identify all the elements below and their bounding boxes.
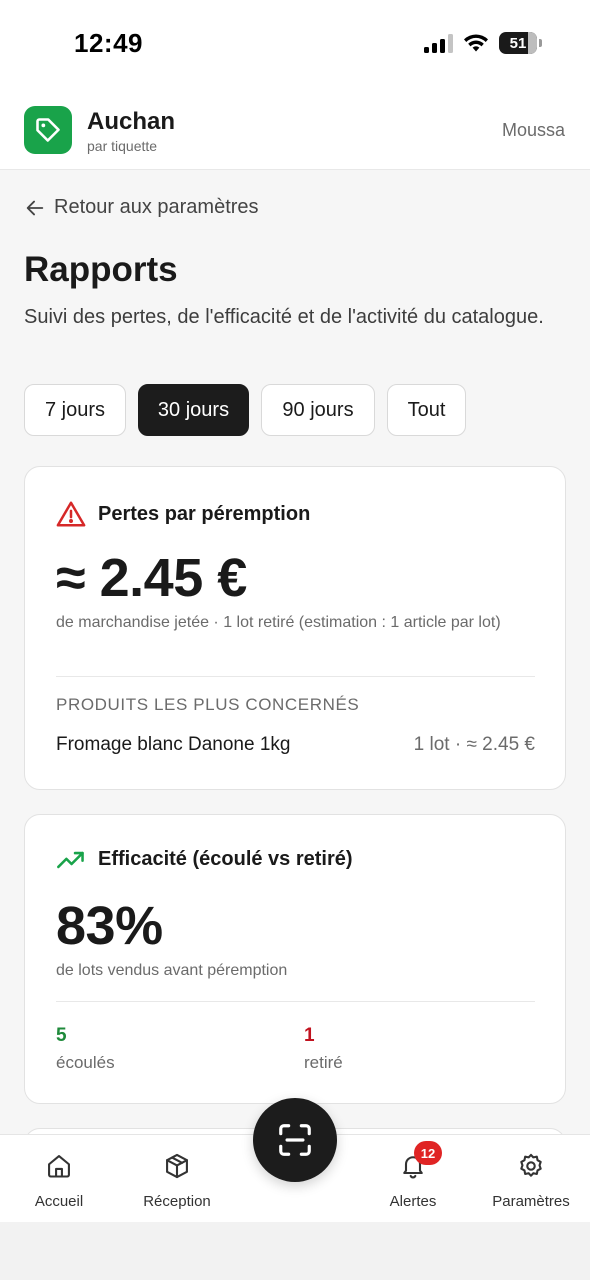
alerts-badge: 12: [414, 1141, 442, 1165]
trending-up-icon: [57, 851, 84, 868]
period-tab-all[interactable]: Tout: [387, 384, 466, 436]
battery-icon: 51: [499, 32, 537, 54]
store-subtitle: par tiquette: [87, 138, 158, 154]
status-bar: 12:49 51: [0, 0, 590, 90]
efficiency-divider: [56, 1001, 535, 1002]
period-tab-30-days[interactable]: 30 jours: [138, 384, 249, 436]
losses-card: Pertes par péremption ≈ 2.45 € de marcha…: [24, 466, 566, 790]
store-name: Auchan: [87, 108, 176, 135]
status-icons: 51: [424, 32, 542, 54]
losses-value: ≈ 2.45 €: [56, 548, 247, 608]
nav-label-home: Accueil: [34, 1193, 84, 1210]
product-loss-meta: 1 lot · ≈ 2.45 €: [413, 734, 535, 755]
period-tab-7-days[interactable]: 7 jours: [24, 384, 126, 436]
sold-label: écoulés: [56, 1053, 115, 1072]
wifi-icon: [464, 34, 488, 52]
app-logo: [24, 106, 72, 154]
nav-label-settings: Paramètres: [492, 1193, 570, 1210]
removed-label: retiré: [304, 1053, 343, 1072]
losses-description: de marchandise jetée · 1 lot retiré (est…: [56, 614, 501, 631]
efficiency-card-title: Efficacité (écoulé vs retiré): [98, 848, 353, 870]
box-icon: [166, 1153, 188, 1179]
nav-item-alerts[interactable]: 12 Alertes: [358, 1141, 468, 1210]
home-icon: [48, 1155, 70, 1178]
scan-button[interactable]: [253, 1098, 337, 1182]
sold-count: 5: [56, 1025, 67, 1046]
warning-triangle-icon: [56, 501, 86, 527]
efficiency-description: de lots vendus avant péremption: [56, 962, 288, 979]
nav-label-alerts: Alertes: [389, 1193, 437, 1210]
removed-count: 1: [304, 1025, 315, 1046]
cellular-signal-icon: [424, 33, 453, 53]
top-products-caption: PRODUITS LES PLUS CONCERNÉS: [56, 695, 360, 714]
scan-icon: [279, 1124, 311, 1156]
user-name[interactable]: Moussa: [502, 120, 565, 141]
page-title: Rapports: [24, 250, 178, 289]
product-name: Fromage blanc Danone 1kg: [56, 734, 291, 755]
nav-label-reception: Réception: [143, 1193, 211, 1210]
efficiency-value: 83%: [56, 896, 163, 956]
gear-icon: [520, 1153, 542, 1177]
back-link-label: Retour aux paramètres: [54, 196, 259, 218]
page-subtitle: Suivi des pertes, de l'efficacité et de …: [24, 306, 544, 328]
period-filter: 7 jours 30 jours 90 jours Tout: [24, 384, 466, 436]
product-row[interactable]: Fromage blanc Danone 1kg 1 lot · ≈ 2.45 …: [56, 734, 535, 756]
losses-card-header: Pertes par péremption: [56, 500, 310, 528]
losses-divider: [56, 676, 535, 677]
nav-item-settings[interactable]: Paramètres: [476, 1151, 586, 1210]
app-header: Auchan par tiquette Moussa: [0, 90, 590, 170]
nav-item-home[interactable]: Accueil: [4, 1151, 114, 1210]
sold-stat: 5 écoulés: [56, 1025, 115, 1073]
efficiency-card-header: Efficacité (écoulé vs retiré): [56, 848, 353, 871]
tag-icon: [36, 118, 60, 142]
status-time: 12:49: [74, 28, 143, 58]
removed-stat: 1 retiré: [304, 1025, 343, 1073]
nav-item-reception[interactable]: Réception: [122, 1151, 232, 1210]
arrow-left-icon: [26, 200, 44, 215]
losses-card-title: Pertes par péremption: [98, 502, 311, 525]
back-to-settings-link[interactable]: Retour aux paramètres: [24, 196, 259, 219]
period-tab-90-days[interactable]: 90 jours: [261, 384, 375, 436]
battery-level: 51: [509, 34, 527, 52]
home-indicator-area: [0, 1222, 590, 1280]
efficiency-card: Efficacité (écoulé vs retiré) 83% de lot…: [24, 814, 566, 1104]
